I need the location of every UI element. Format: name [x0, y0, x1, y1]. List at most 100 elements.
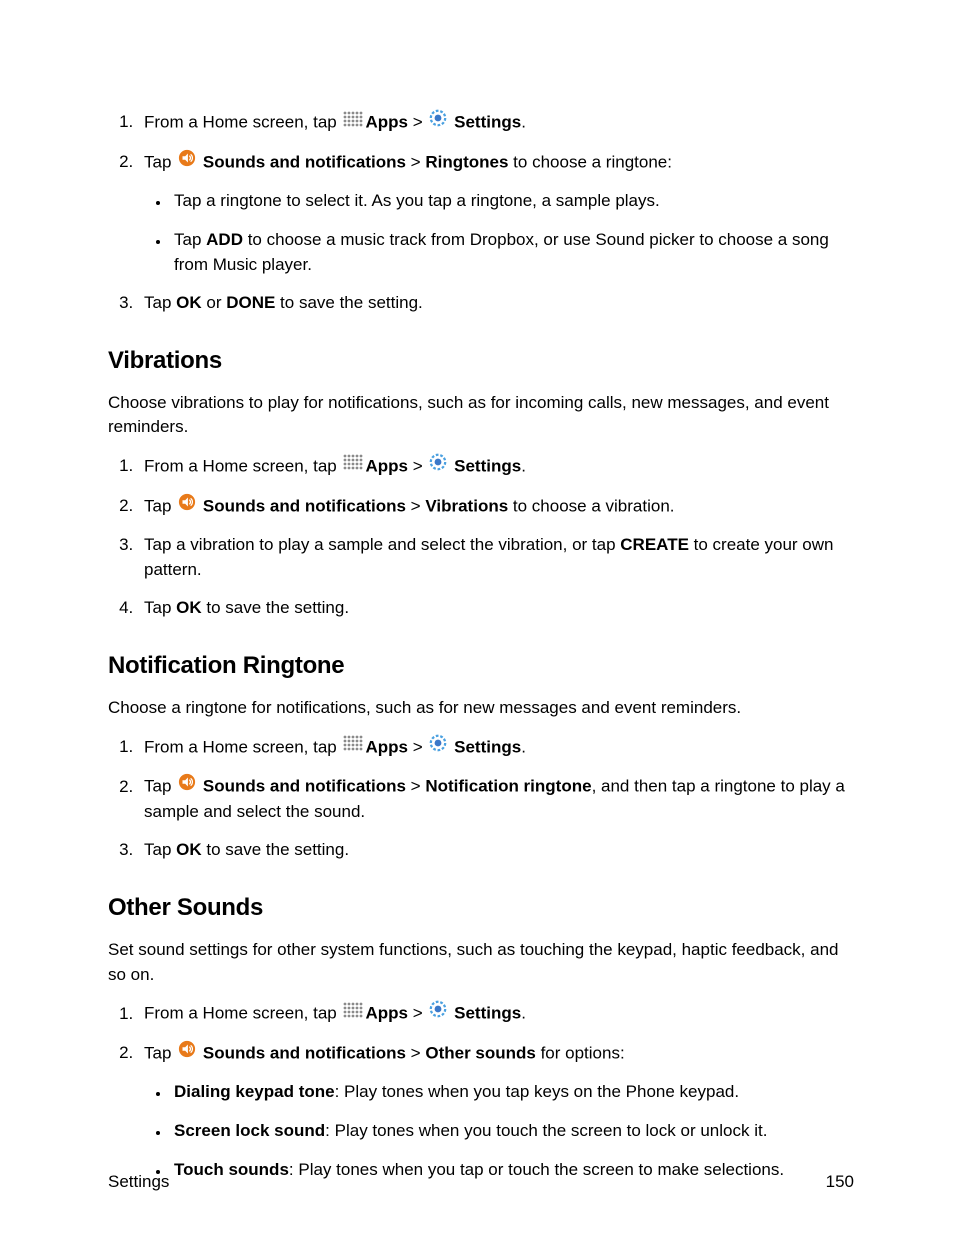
sounds-label: Sounds and notifications — [203, 496, 406, 515]
settings-gear-icon — [429, 453, 447, 479]
text: From a Home screen, tap — [144, 112, 337, 131]
steps-ringtones: From a Home screen, tap Apps > Settings.… — [108, 110, 854, 316]
list-item: Tap Sounds and notifications > Notificat… — [138, 774, 854, 824]
apps-label: Apps — [365, 112, 408, 131]
list-item: From a Home screen, tap Apps > Settings. — [138, 110, 854, 136]
text: . — [521, 1004, 526, 1023]
text: . — [521, 737, 526, 756]
sublist: Tap a ringtone to select it. As you tap … — [144, 189, 854, 277]
apps-label: Apps — [365, 456, 408, 475]
notification-ringtone-label: Notification ringtone — [425, 777, 591, 796]
other-sounds-label: Other sounds — [425, 1043, 536, 1062]
steps-notification-ringtone: From a Home screen, tap Apps > Settings.… — [108, 735, 854, 864]
settings-label: Settings — [454, 112, 521, 131]
dialing-keypad-tone-label: Dialing keypad tone — [174, 1082, 335, 1101]
add-label: ADD — [206, 230, 243, 249]
text: Tap a vibration to play a sample and sel… — [144, 535, 620, 554]
ok-label: OK — [176, 293, 202, 312]
apps-label: Apps — [365, 1004, 408, 1023]
list-item: From a Home screen, tap Apps > Settings. — [138, 1001, 854, 1027]
text: . — [521, 112, 526, 131]
separator: > — [413, 737, 423, 756]
ringtones-label: Ringtones — [425, 152, 508, 171]
settings-label: Settings — [454, 1004, 521, 1023]
ok-label: OK — [176, 840, 202, 859]
apps-grid-icon — [343, 110, 363, 135]
apps-label: Apps — [365, 737, 408, 756]
text: to save the setting. — [202, 598, 349, 617]
list-item: Tap OK to save the setting. — [138, 838, 854, 863]
list-item: Dialing keypad tone: Play tones when you… — [170, 1080, 854, 1105]
text: for options: — [536, 1043, 625, 1062]
text: From a Home screen, tap — [144, 737, 337, 756]
sounds-label: Sounds and notifications — [203, 152, 406, 171]
list-item: Tap ADD to choose a music track from Dro… — [170, 228, 854, 277]
text: Tap — [174, 230, 206, 249]
settings-label: Settings — [454, 737, 521, 756]
text: . — [521, 456, 526, 475]
list-item: Tap a vibration to play a sample and sel… — [138, 533, 854, 582]
create-label: CREATE — [620, 535, 689, 554]
settings-gear-icon — [429, 109, 447, 135]
intro-notification-ringtone: Choose a ringtone for notifications, suc… — [108, 696, 854, 721]
screen-lock-sound-label: Screen lock sound — [174, 1121, 325, 1140]
sounds-label: Sounds and notifications — [203, 1043, 406, 1062]
list-item: Tap Sounds and notifications > Other sou… — [138, 1041, 854, 1183]
text: : Play tones when you tap keys on the Ph… — [335, 1082, 740, 1101]
settings-gear-icon — [429, 734, 447, 760]
text: : Play tones when you touch the screen t… — [325, 1121, 767, 1140]
steps-vibrations: From a Home screen, tap Apps > Settings.… — [108, 454, 854, 621]
text: From a Home screen, tap — [144, 456, 337, 475]
text: Tap — [144, 152, 176, 171]
list-item: Tap OK to save the setting. — [138, 596, 854, 621]
separator: > — [413, 456, 423, 475]
heading-notification-ringtone: Notification Ringtone — [108, 649, 854, 684]
text: to choose a ringtone: — [508, 152, 672, 171]
list-item: Tap Sounds and notifications > Vibration… — [138, 494, 854, 520]
list-item: From a Home screen, tap Apps > Settings. — [138, 735, 854, 761]
text: to save the setting. — [202, 840, 349, 859]
intro-vibrations: Choose vibrations to play for notificati… — [108, 391, 854, 440]
settings-gear-icon — [429, 1000, 447, 1026]
text: to save the setting. — [275, 293, 422, 312]
list-item: From a Home screen, tap Apps > Settings. — [138, 454, 854, 480]
text: Tap — [144, 840, 176, 859]
text: Tap — [144, 1043, 176, 1062]
sound-icon — [178, 149, 196, 175]
apps-grid-icon — [343, 734, 363, 759]
page-footer: Settings 150 — [108, 1170, 854, 1195]
sound-icon — [178, 493, 196, 519]
apps-grid-icon — [343, 453, 363, 478]
separator: > — [411, 152, 421, 171]
vibrations-label: Vibrations — [425, 496, 508, 515]
separator: > — [411, 1043, 421, 1062]
done-label: DONE — [226, 293, 275, 312]
text: to choose a music track from Dropbox, or… — [174, 230, 829, 274]
list-item: Tap Sounds and notifications > Ringtones… — [138, 150, 854, 278]
sublist: Dialing keypad tone: Play tones when you… — [144, 1080, 854, 1182]
document-page: From a Home screen, tap Apps > Settings.… — [0, 0, 954, 1256]
heading-vibrations: Vibrations — [108, 344, 854, 379]
apps-grid-icon — [343, 1001, 363, 1026]
settings-label: Settings — [454, 456, 521, 475]
list-item: Tap OK or DONE to save the setting. — [138, 291, 854, 316]
sound-icon — [178, 1040, 196, 1066]
separator: > — [413, 112, 423, 131]
separator: > — [411, 496, 421, 515]
text: Tap — [144, 496, 176, 515]
separator: > — [413, 1004, 423, 1023]
text: or — [202, 293, 227, 312]
text: to choose a vibration. — [508, 496, 674, 515]
text: Tap — [144, 598, 176, 617]
heading-other-sounds: Other Sounds — [108, 891, 854, 926]
intro-other-sounds: Set sound settings for other system func… — [108, 938, 854, 987]
text: Tap — [144, 777, 176, 796]
list-item: Screen lock sound: Play tones when you t… — [170, 1119, 854, 1144]
text: Tap a ringtone to select it. As you tap … — [174, 191, 660, 210]
ok-label: OK — [176, 598, 202, 617]
text: Tap — [144, 293, 176, 312]
sounds-label: Sounds and notifications — [203, 777, 406, 796]
list-item: Tap a ringtone to select it. As you tap … — [170, 189, 854, 214]
steps-other-sounds: From a Home screen, tap Apps > Settings.… — [108, 1001, 854, 1182]
text: From a Home screen, tap — [144, 1004, 337, 1023]
